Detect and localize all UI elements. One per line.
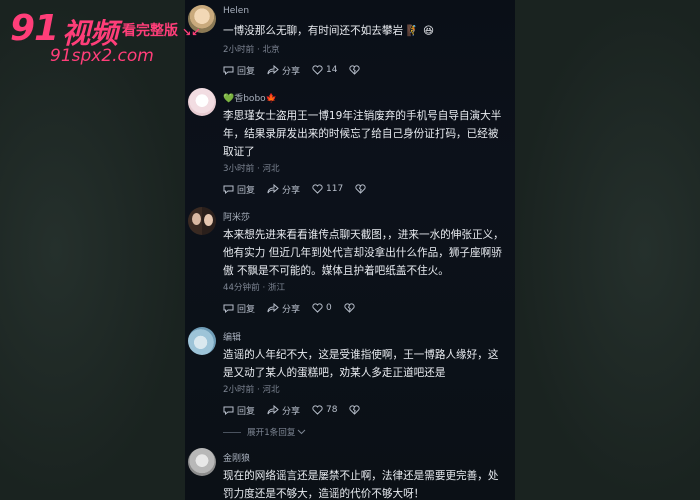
avatar[interactable]: [188, 327, 216, 355]
like-count: 0: [326, 303, 332, 313]
chevron-down-icon: [298, 429, 306, 435]
like-count: 78: [326, 405, 338, 415]
comment-text: 造谣的人年纪不大，这是受谁指使啊，王一博路人缘好，这是又动了某人的蛋糕吧，劝某人…: [223, 349, 499, 379]
background-right: [515, 0, 700, 500]
comment-meta: 2小时前 · 北京: [223, 45, 280, 55]
reply-icon: [223, 66, 234, 75]
reply-button[interactable]: 回复: [223, 64, 255, 77]
comment-meta: 3小时前 · 河北: [223, 164, 280, 174]
broken-heart-icon: [349, 405, 361, 415]
comment-username[interactable]: 金刚狼: [223, 451, 250, 464]
share-button[interactable]: 分享: [267, 404, 300, 417]
dislike-button[interactable]: [349, 65, 363, 75]
heart-icon: [312, 184, 323, 194]
background-left: [0, 0, 185, 500]
share-icon: [267, 303, 279, 313]
broken-heart-icon: [355, 184, 366, 194]
comment-meta: 44分钟前 · 浙江: [223, 283, 286, 293]
dislike-button[interactable]: [344, 303, 358, 313]
share-button[interactable]: 分享: [267, 183, 300, 196]
reply-button[interactable]: 回复: [223, 404, 255, 417]
heart-icon: [312, 405, 323, 415]
reply-icon: [223, 406, 234, 415]
watermark-logo: 91 视频 看完整版 ↘↙ 91spx2.com: [10, 8, 220, 68]
share-button[interactable]: 分享: [267, 302, 300, 315]
comment-text: 一博没那么无聊，有时间还不如去攀岩 🧗 😆: [223, 25, 435, 37]
reply-button[interactable]: 回复: [223, 183, 255, 196]
share-icon: [267, 405, 279, 415]
comment-actions: 回复 分享 0: [223, 301, 370, 315]
comment-text: 本来想先进来看看谁传点聊天截图，，进来一水的伸张正义，他有实力 但近几年到处代言…: [223, 229, 504, 277]
like-count: 117: [326, 184, 344, 194]
comment-actions: 回复 分享 117: [223, 182, 381, 196]
like-count: 14: [326, 65, 338, 75]
comment-username[interactable]: 💚香bobo🍁: [223, 91, 277, 104]
divider: [223, 431, 241, 433]
reply-button[interactable]: 回复: [223, 302, 255, 315]
share-button[interactable]: 分享: [267, 64, 300, 77]
expand-replies-button[interactable]: 展开1条回复: [223, 426, 306, 438]
dislike-button[interactable]: [349, 405, 363, 415]
avatar[interactable]: [188, 448, 216, 476]
dislike-button[interactable]: [355, 184, 369, 194]
comment-panel[interactable]: Helen 一博没那么无聊，有时间还不如去攀岩 🧗 😆 2小时前 · 北京 回复…: [185, 0, 515, 500]
comment-text: 李思瑾女士盗用王一博19年注销废弃的手机号自导自演大半年，结果录屏发出来的时候忘…: [223, 110, 502, 158]
avatar[interactable]: [188, 88, 216, 116]
watermark-number: 91: [10, 8, 59, 49]
maple-leaf-icon: 🍁: [265, 94, 277, 104]
comment-username[interactable]: Helen: [223, 6, 249, 16]
arrows-icon: ↘↙: [182, 26, 201, 39]
comment-actions: 回复 分享 14: [223, 63, 375, 77]
comment-text: 现在的网络谣言还是屡禁不止啊，法律还是需要更完善，处罚力度还是不够大，造谣的代价…: [223, 470, 499, 500]
comment-actions: 回复 分享 78: [223, 403, 375, 417]
like-button[interactable]: 78: [312, 405, 337, 415]
watermark-badge: 看完整版: [122, 23, 178, 39]
comment-username[interactable]: 阿米莎: [223, 210, 250, 223]
broken-heart-icon: [349, 65, 361, 75]
like-button[interactable]: 0: [312, 303, 332, 313]
comment-meta: 2小时前 · 河北: [223, 385, 280, 395]
reply-icon: [223, 185, 234, 194]
like-button[interactable]: 117: [312, 184, 343, 194]
heart-icon: [312, 303, 323, 313]
watermark-url: 91spx2.com: [50, 46, 154, 66]
avatar[interactable]: [188, 207, 216, 235]
reply-icon: [223, 304, 234, 313]
comment-username[interactable]: 编辑: [223, 330, 241, 343]
heart-icon: [312, 65, 323, 75]
like-button[interactable]: 14: [312, 65, 337, 75]
share-icon: [267, 65, 279, 75]
broken-heart-icon: [344, 303, 355, 313]
green-heart-icon: 💚: [223, 94, 235, 104]
share-icon: [267, 184, 279, 194]
